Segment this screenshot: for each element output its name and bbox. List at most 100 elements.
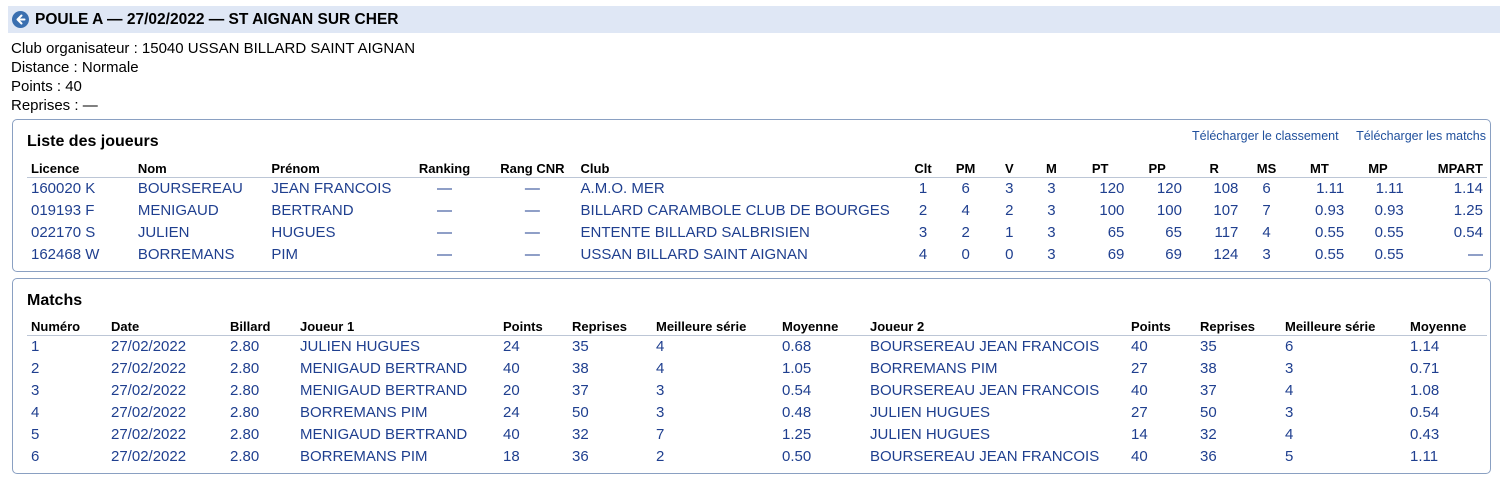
match-cell-moyenne2: 0.71	[1410, 359, 1440, 377]
match-row: 3 27/02/2022 2.80 MENIGAUD BERTRAND 20 37 3 0.5…	[27, 379, 1487, 401]
distance-line: Distance : Normale	[11, 59, 139, 76]
player-cell-ranking: —	[437, 245, 453, 263]
player-cell-mpart: 1.25	[1453, 201, 1483, 219]
player-cell-mp: 0.55	[1374, 245, 1404, 263]
player-col-club: Club	[576, 160, 903, 178]
page-title: POULE A — 27/02/2022 — ST AIGNAN SUR CHE…	[35, 10, 399, 28]
match-cell-billard: 2.80	[230, 447, 260, 465]
match-col-reprises1: Reprises	[568, 318, 652, 336]
match-cell-reprises1: 37	[572, 381, 589, 399]
player-cell-pt: 100	[1099, 201, 1125, 219]
player-col-ranking: Ranking	[400, 160, 489, 178]
player-cell-club: A.M.O. MER	[580, 179, 665, 197]
players-header-row: Licence Nom Prénom Ranking Rang CNR Club Clt PM…	[27, 160, 1487, 178]
match-cell-moyenne2: 0.54	[1410, 403, 1440, 421]
player-col-prenom: Prénom	[267, 160, 401, 178]
match-cell-reprises2: 35	[1200, 337, 1217, 355]
match-col-reprises2: Reprises	[1196, 318, 1281, 336]
player-cell-v: 0	[1005, 245, 1014, 263]
matches-panel: Matchs Numéro Date Billard Joueur 1 Points Re…	[12, 278, 1491, 474]
player-col-mp: MP	[1348, 160, 1408, 178]
match-cell-date: 27/02/2022	[111, 337, 187, 355]
match-cell-date: 27/02/2022	[111, 359, 187, 377]
match-cell-moyenne1: 0.54	[782, 381, 812, 399]
match-cell-joueur2: JULIEN HUGUES	[870, 425, 991, 443]
player-cell-v: 2	[1005, 201, 1014, 219]
match-cell-points1: 24	[503, 403, 520, 421]
player-cell-rang-cnr: —	[524, 245, 540, 263]
player-cell-pm: 2	[961, 223, 970, 241]
match-col-points2: Points	[1127, 318, 1196, 336]
player-cell-clt: 2	[918, 201, 928, 219]
player-cell-pp: 100	[1156, 201, 1182, 219]
match-cell-moyenne2: 1.14	[1410, 337, 1440, 355]
player-cell-ranking: —	[437, 223, 453, 241]
players-table: Licence Nom Prénom Ranking Rang CNR Club Clt PM…	[27, 160, 1487, 265]
reprises-line: Reprises : —	[11, 97, 98, 114]
player-cell-club: USSAN BILLARD SAINT AIGNAN	[580, 245, 808, 263]
match-cell-joueur2: BOURSEREAU JEAN FRANCOIS	[870, 381, 1100, 399]
player-cell-v: 1	[1005, 223, 1014, 241]
match-cell-reprises2: 32	[1200, 425, 1217, 443]
players-panel: Liste des joueurs Télécharger le classem…	[12, 119, 1491, 272]
player-cell-mt: 0.55	[1314, 245, 1345, 263]
player-cell-ms: 7	[1262, 201, 1271, 219]
player-cell-clt: 1	[918, 179, 928, 197]
download-links: Télécharger le classement Télécharger le…	[1178, 129, 1486, 143]
player-cell-mp: 0.55	[1374, 223, 1404, 241]
match-cell-meilleure-serie1: 2	[656, 447, 665, 465]
player-cell-pt: 65	[1107, 223, 1125, 241]
player-cell-nom: BORREMANS	[137, 245, 235, 263]
player-cell-m: 3	[1047, 179, 1056, 197]
match-cell-points2: 40	[1131, 447, 1148, 465]
match-cell-joueur1: MENIGAUD BERTRAND	[300, 425, 468, 443]
match-cell-joueur2: BORREMANS PIM	[870, 359, 998, 377]
player-cell-mt: 0.55	[1314, 223, 1345, 241]
player-cell-r: 117	[1214, 223, 1239, 241]
match-col-billard: Billard	[226, 318, 296, 336]
match-cell-points1: 18	[503, 447, 520, 465]
match-cell-meilleure-serie1: 3	[656, 403, 665, 421]
matches-header-row: Numéro Date Billard Joueur 1 Points Reprises M…	[27, 318, 1487, 336]
player-cell-m: 3	[1047, 223, 1056, 241]
player-cell-pp: 65	[1165, 223, 1182, 241]
player-row: 162468 W BORREMANS PIM — — USSAN BILLARD SAIN…	[27, 243, 1487, 265]
match-cell-joueur1: JULIEN HUGUES	[300, 337, 421, 355]
download-matches-link[interactable]: Télécharger les matchs	[1356, 129, 1486, 143]
match-row: 6 27/02/2022 2.80 BORREMANS PIM 18 36 2 0.50 BOU…	[27, 445, 1487, 467]
download-ranking-link[interactable]: Télécharger le classement	[1192, 129, 1339, 143]
matches-table: Numéro Date Billard Joueur 1 Points Reprises M…	[27, 318, 1487, 467]
player-col-pm: PM	[943, 160, 988, 178]
player-col-rang-cnr: Rang CNR	[488, 160, 577, 178]
player-cell-mt: 1.11	[1316, 179, 1345, 197]
player-cell-m: 3	[1047, 201, 1056, 219]
player-cell-v: 3	[1005, 179, 1014, 197]
match-cell-numero: 6	[31, 447, 40, 465]
player-row: 022170 S JULIEN HUGUES — — ENTENTE BILLARD SA…	[27, 221, 1487, 243]
player-col-m: M	[1030, 160, 1072, 178]
match-cell-billard: 2.80	[230, 403, 260, 421]
player-cell-pm: 4	[961, 201, 970, 219]
player-col-ms: MS	[1242, 160, 1291, 178]
player-cell-clt: 4	[918, 245, 928, 263]
player-cell-licence: 162468 W	[31, 245, 100, 263]
match-cell-billard: 2.80	[230, 425, 260, 443]
match-cell-billard: 2.80	[230, 381, 260, 399]
player-cell-ms: 3	[1262, 245, 1271, 263]
player-col-v: V	[987, 160, 1031, 178]
match-cell-date: 27/02/2022	[111, 381, 187, 399]
match-cell-moyenne1: 0.48	[782, 403, 812, 421]
player-cell-ranking: —	[437, 201, 453, 219]
match-cell-points1: 20	[503, 381, 520, 399]
player-cell-licence: 022170 S	[31, 223, 96, 241]
match-cell-date: 27/02/2022	[111, 425, 187, 443]
match-cell-points2: 40	[1131, 381, 1148, 399]
player-col-clt: Clt	[902, 160, 944, 178]
player-cell-prenom: HUGUES	[271, 223, 336, 241]
arrow-left-circle-icon[interactable]	[12, 11, 29, 28]
match-cell-meilleure-serie2: 6	[1285, 337, 1294, 355]
player-cell-mp: 0.93	[1374, 201, 1404, 219]
player-cell-rang-cnr: —	[524, 201, 540, 219]
match-col-joueur2: Joueur 2	[866, 318, 1127, 336]
match-cell-meilleure-serie2: 4	[1285, 381, 1294, 399]
